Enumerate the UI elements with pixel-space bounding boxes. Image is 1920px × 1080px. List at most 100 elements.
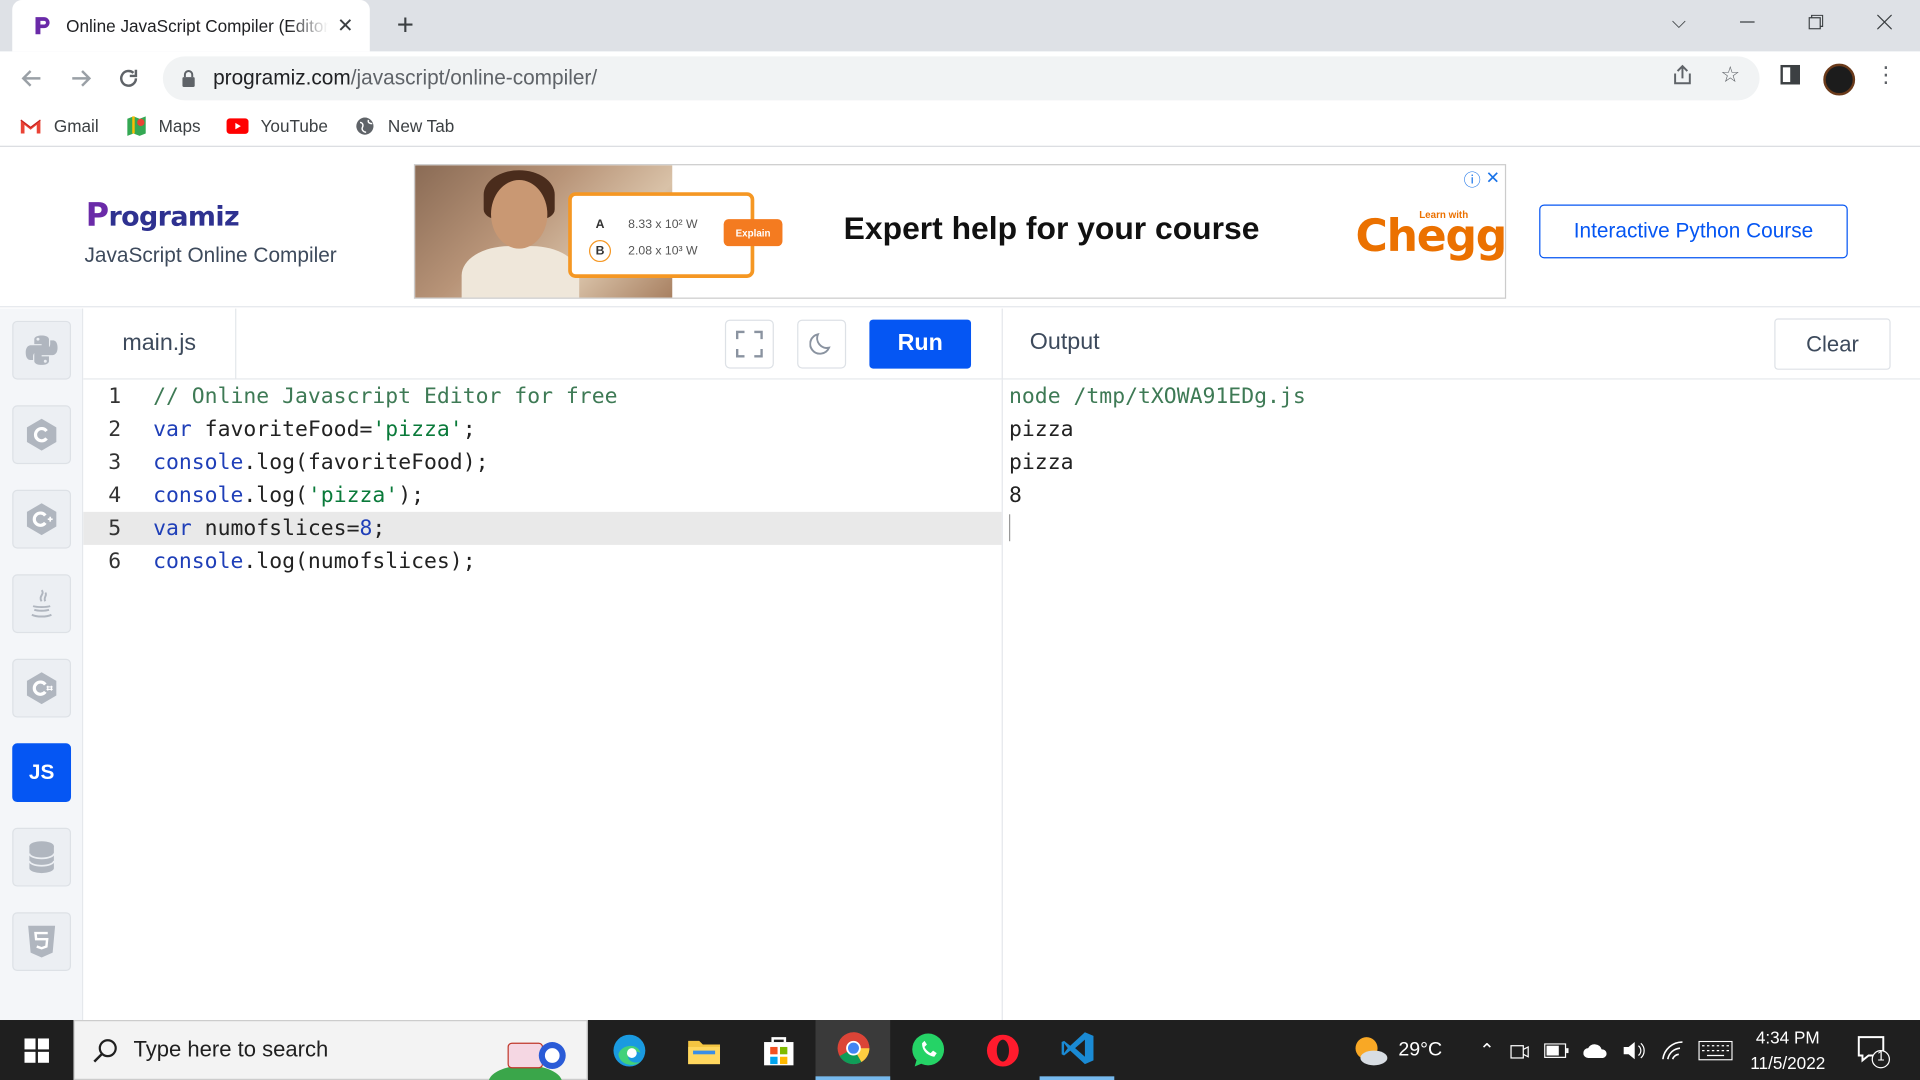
code-token: // Online Javascript Editor for free	[153, 383, 618, 409]
code-line[interactable]: 6 console.log(numofslices);	[83, 545, 1001, 578]
system-tray: ⌃	[1479, 1020, 1733, 1080]
output-line: pizza	[1008, 416, 1074, 442]
code-token: var	[153, 516, 192, 541]
sql-icon[interactable]	[12, 827, 72, 887]
youtube-icon	[226, 116, 249, 136]
close-window-button[interactable]	[1850, 0, 1919, 44]
tab-title: Online JavaScript Compiler (Editor)	[66, 15, 329, 36]
volume-icon[interactable]	[1622, 1040, 1646, 1060]
programiz-favicon	[35, 17, 50, 35]
forward-icon[interactable]	[64, 61, 98, 95]
logo-letter: P	[85, 197, 109, 234]
meet-now-icon[interactable]	[1509, 1040, 1529, 1060]
code-text: var favoriteFood='pizza';	[153, 417, 476, 441]
tab-search-icon[interactable]: ⌵	[1645, 0, 1714, 44]
page-subtitle: JavaScript Online Compiler	[84, 243, 337, 267]
edge-icon[interactable]	[591, 1020, 666, 1080]
notification-center-icon[interactable]: 1	[1854, 1032, 1891, 1069]
taskbar-search-box[interactable]: Type here to search	[73, 1020, 588, 1080]
new-tab-button[interactable]: +	[389, 9, 421, 42]
javascript-language-button[interactable]: JS	[12, 743, 72, 803]
keyboard-icon[interactable]	[1697, 1040, 1733, 1060]
code-token: console	[153, 549, 244, 574]
windows-start-icon[interactable]	[0, 1020, 73, 1080]
code-token: console	[153, 483, 244, 508]
file-tab-main-js[interactable]: main.js	[83, 308, 237, 380]
battery-icon[interactable]	[1543, 1042, 1569, 1058]
code-line[interactable]: 1 // Online Javascript Editor for free	[83, 380, 1001, 413]
weather-widget[interactable]: 29°C	[1352, 1020, 1442, 1080]
advertisement-banner[interactable]: A 8.33 x 10² W B 2.08 x 10³ W Explain Expe…	[413, 164, 1507, 299]
python-icon[interactable]	[12, 320, 72, 380]
back-icon[interactable]	[15, 61, 49, 95]
code-line[interactable]: 3 console.log(favoriteFood);	[83, 446, 1001, 479]
system-clock[interactable]: 4:34 PM 11/5/2022	[1739, 1025, 1837, 1076]
microsoft-store-icon[interactable]	[741, 1020, 816, 1080]
ad-choices[interactable]: ⓘ ✕	[1464, 168, 1500, 192]
bookmark-label: Gmail	[53, 115, 99, 136]
bookmark-new-tab[interactable]: New Tab	[354, 115, 455, 136]
bookmark-gmail[interactable]: Gmail	[20, 115, 99, 136]
menu-dots-icon[interactable]: ⋮	[1872, 61, 1899, 88]
url-text: programiz.com/javascript/online-compiler…	[213, 66, 597, 90]
minimize-button[interactable]	[1713, 0, 1782, 44]
search-highlight-icon	[488, 1042, 566, 1080]
clock-time: 4:34 PM	[1755, 1027, 1820, 1047]
output-console[interactable]: node /tmp/tXOWA91EDg.js pizza pizza 8	[1001, 379, 1920, 1021]
reload-icon[interactable]	[111, 61, 145, 95]
notification-count: 1	[1877, 1049, 1885, 1065]
output-title: Output	[1029, 329, 1100, 356]
code-token: .log(numofslices);	[243, 549, 476, 574]
ad-explain-button: Explain	[723, 219, 783, 247]
lock-icon	[182, 70, 195, 87]
chrome-icon[interactable]	[815, 1020, 891, 1080]
clear-button[interactable]: Clear	[1774, 318, 1891, 370]
code-line[interactable]: 4 console.log('pizza');	[83, 479, 1001, 512]
run-button[interactable]: Run	[869, 319, 972, 369]
clock-date: 11/5/2022	[1750, 1053, 1826, 1073]
tab-close-icon[interactable]: ✕	[333, 13, 357, 37]
ad-info-icon[interactable]: ⓘ	[1464, 168, 1481, 192]
csharp-icon[interactable]	[12, 658, 72, 718]
code-line[interactable]: 2 var favoriteFood='pizza';	[83, 413, 1001, 446]
java-icon[interactable]	[12, 574, 72, 634]
browser-toolbar: programiz.com/javascript/online-compiler…	[0, 51, 1920, 106]
search-placeholder: Type here to search	[133, 1037, 329, 1062]
bookmark-star-icon[interactable]: ☆	[1717, 61, 1744, 88]
code-token: );	[398, 483, 425, 508]
wifi-icon[interactable]	[1661, 1040, 1683, 1060]
programiz-logo[interactable]: Programiz	[85, 197, 240, 234]
opera-icon[interactable]	[965, 1020, 1040, 1080]
code-token: 8	[359, 516, 373, 541]
c-icon[interactable]	[12, 405, 72, 465]
tray-chevron-up-icon[interactable]: ⌃	[1479, 1039, 1494, 1061]
windows-taskbar: Type here to search 29°C ⌃ 4:34 PM 11/5/…	[0, 1020, 1920, 1080]
interactive-python-course-button[interactable]: Interactive Python Course	[1539, 204, 1848, 259]
code-editor[interactable]: 1 // Online Javascript Editor for free 2 va…	[83, 379, 1002, 1021]
url-path: /javascript/online-compiler/	[350, 66, 598, 90]
onedrive-cloud-icon[interactable]	[1582, 1041, 1607, 1058]
html-icon[interactable]	[12, 912, 72, 972]
bookmark-maps[interactable]: Maps	[124, 115, 201, 136]
share-icon[interactable]	[1669, 61, 1696, 88]
option-a-badge: A	[595, 217, 605, 231]
line-number: 5	[108, 516, 122, 541]
profile-avatar[interactable]	[1823, 63, 1856, 96]
code-line[interactable]: 5 var numofslices=8;	[83, 511, 1002, 545]
fullscreen-icon[interactable]	[724, 319, 774, 369]
dark-mode-moon-icon[interactable]	[797, 319, 847, 369]
address-bar[interactable]: programiz.com/javascript/online-compiler…	[162, 56, 1760, 101]
bookmark-youtube[interactable]: YouTube	[226, 115, 328, 136]
globe-icon	[354, 116, 376, 136]
whatsapp-icon[interactable]	[890, 1020, 965, 1080]
restore-button[interactable]	[1782, 0, 1851, 44]
bookmark-label: YouTube	[260, 115, 328, 136]
ad-close-icon[interactable]: ✕	[1486, 168, 1500, 192]
bookmark-label: New Tab	[387, 115, 455, 136]
vscode-icon[interactable]	[1039, 1020, 1115, 1080]
weather-temp: 29°C	[1398, 1038, 1443, 1060]
side-panel-icon[interactable]	[1777, 61, 1804, 88]
cpp-icon[interactable]	[12, 489, 72, 549]
browser-tab[interactable]: Online JavaScript Compiler (Editor) ✕	[12, 0, 370, 52]
file-explorer-icon[interactable]	[666, 1020, 741, 1080]
